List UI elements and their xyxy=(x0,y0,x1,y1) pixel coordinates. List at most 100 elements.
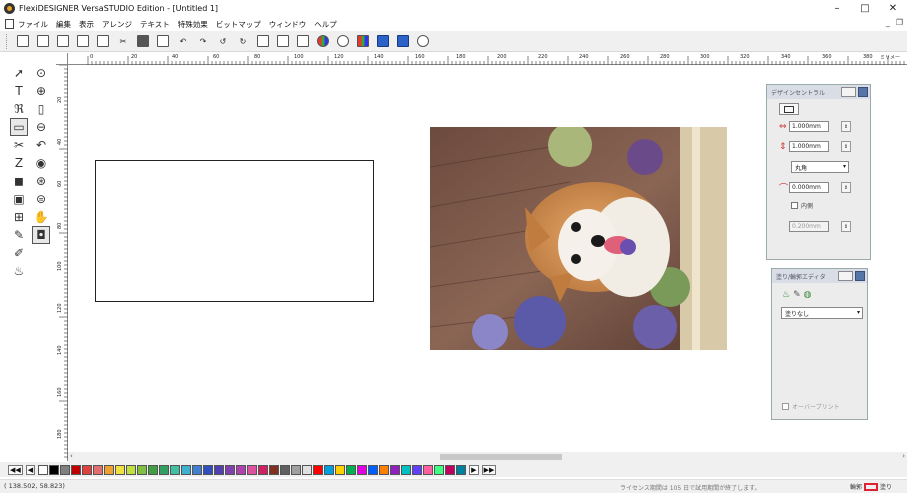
color-swatch[interactable] xyxy=(390,464,401,475)
palette-next-button[interactable]: ▶ xyxy=(469,464,479,475)
color-swatch[interactable] xyxy=(225,464,236,475)
send-icon[interactable] xyxy=(94,32,112,50)
page-setup-icon[interactable] xyxy=(254,32,272,50)
color-swatch[interactable] xyxy=(302,464,313,475)
color-swatch[interactable] xyxy=(280,464,291,475)
copy-icon[interactable] xyxy=(134,32,152,50)
frame-tool-icon[interactable]: ▣ xyxy=(10,190,28,208)
radius-field[interactable]: 0.000mm xyxy=(789,182,829,193)
document-restore-button[interactable]: ❐ xyxy=(896,18,903,27)
minimize-button[interactable]: – xyxy=(823,0,851,17)
zoom-fit-icon[interactable]: ⊜ xyxy=(32,190,50,208)
maximize-button[interactable]: □ xyxy=(851,0,879,17)
knife-tool-icon[interactable]: ✂ xyxy=(10,136,28,154)
rectangle-object[interactable] xyxy=(95,160,374,302)
color-swatch[interactable] xyxy=(401,464,412,475)
node-edit-tool-icon[interactable]: ℜ xyxy=(10,100,28,118)
panel-close-button[interactable] xyxy=(855,271,865,281)
stroke-pen-icon[interactable]: ✎ xyxy=(793,290,801,300)
undo-history-icon[interactable]: ↺ xyxy=(214,32,232,50)
menu-view[interactable]: 表示 xyxy=(79,19,94,30)
color-swatch[interactable] xyxy=(71,464,82,475)
menu-effects[interactable]: 特殊効果 xyxy=(178,19,208,30)
height-field[interactable]: 1.000mm xyxy=(789,141,829,152)
color-swatch[interactable] xyxy=(346,464,357,475)
undo-icon[interactable]: ↶ xyxy=(174,32,192,50)
palette-last-button[interactable]: ▶▶ xyxy=(481,464,497,475)
properties-icon[interactable] xyxy=(274,32,292,50)
menu-bitmap[interactable]: ビットマップ xyxy=(216,19,261,30)
save-icon[interactable] xyxy=(54,32,72,50)
tab-rectangle[interactable] xyxy=(779,103,799,115)
new-icon[interactable] xyxy=(14,32,32,50)
menu-window[interactable]: ウィンドウ xyxy=(269,19,307,30)
color-swatch[interactable] xyxy=(159,464,170,475)
zoom-selected-icon[interactable]: ◉ xyxy=(32,154,50,172)
open-icon[interactable] xyxy=(34,32,52,50)
zoom-in-icon[interactable]: ⊕ xyxy=(32,82,50,100)
zoom-all-icon[interactable]: ⊛ xyxy=(32,172,50,190)
color-swatch[interactable] xyxy=(38,464,49,475)
menu-edit[interactable]: 編集 xyxy=(56,19,71,30)
color-swatch[interactable] xyxy=(335,464,346,475)
color-swatch[interactable] xyxy=(126,464,137,475)
zoom-icon[interactable] xyxy=(334,32,352,50)
paste-icon[interactable] xyxy=(154,32,172,50)
design-central-titlebar[interactable]: デザインセントラル xyxy=(767,85,870,99)
panel-minimize-button[interactable] xyxy=(841,87,856,97)
color-swatch[interactable] xyxy=(247,464,258,475)
zoom-tool-icon[interactable]: ⊙ xyxy=(32,64,50,82)
scroll-left-icon[interactable]: ‹ xyxy=(70,452,73,460)
horizontal-scrollbar[interactable]: ‹ › xyxy=(68,452,907,462)
offset-spinner[interactable]: ⇕ xyxy=(841,221,851,232)
color-icon[interactable] xyxy=(354,32,372,50)
zoom-out-icon[interactable]: ⊖ xyxy=(32,118,50,136)
color-swatch[interactable] xyxy=(192,464,203,475)
color-swatch[interactable] xyxy=(82,464,93,475)
color-swatch[interactable] xyxy=(104,464,115,475)
redo-icon[interactable]: ↷ xyxy=(194,32,212,50)
stroke-color-swatch[interactable] xyxy=(864,482,879,491)
color-wheel-icon[interactable] xyxy=(314,32,332,50)
color-swatch[interactable] xyxy=(148,464,159,475)
select-tool-icon[interactable]: ➚ xyxy=(10,64,28,82)
color-swatch[interactable] xyxy=(313,464,324,475)
color-swatch[interactable] xyxy=(412,464,423,475)
color-swatch[interactable] xyxy=(214,464,225,475)
toolbar-grip[interactable] xyxy=(6,34,8,49)
horizontal-ruler[interactable]: 0 20 40 60 80 100 120 140 160 180 200 22… xyxy=(68,53,907,65)
color-swatch[interactable] xyxy=(60,464,71,475)
offset-field[interactable]: 0.200mm xyxy=(789,221,829,232)
document-icon[interactable] xyxy=(5,19,14,29)
print-icon[interactable] xyxy=(74,32,92,50)
color-swatch[interactable] xyxy=(379,464,390,475)
color-swatch[interactable] xyxy=(181,464,192,475)
ruler-origin[interactable] xyxy=(56,53,68,65)
color-swatch[interactable] xyxy=(236,464,247,475)
color-swatch[interactable] xyxy=(445,464,456,475)
color-swatch[interactable] xyxy=(93,464,104,475)
radius-spinner[interactable]: ⇕ xyxy=(841,182,851,193)
color-swatch[interactable] xyxy=(203,464,214,475)
palette-prev-button[interactable]: ◀ xyxy=(25,464,36,475)
zoom-page-icon[interactable]: ▯ xyxy=(32,100,50,118)
production-manager-icon[interactable] xyxy=(394,32,412,50)
color-swatch[interactable] xyxy=(258,464,269,475)
menu-arrange[interactable]: アレンジ xyxy=(102,19,132,30)
inner-checkbox[interactable] xyxy=(791,202,798,209)
palette-first-button[interactable]: ◀◀ xyxy=(8,464,23,475)
width-spinner[interactable]: ⇕ xyxy=(841,121,851,132)
vertical-ruler[interactable]: 20 40 60 80 100 120 140 160 180 xyxy=(56,65,68,461)
bucket-tool-icon[interactable]: ♨ xyxy=(10,262,28,280)
color-swatch[interactable] xyxy=(49,464,60,475)
fill-bucket-icon[interactable]: ♨ xyxy=(782,290,790,300)
effects-tool-icon[interactable]: Z xyxy=(10,154,28,172)
close-button[interactable]: ✕ xyxy=(879,0,907,17)
overprint-checkbox[interactable] xyxy=(782,403,789,410)
width-field[interactable]: 1.000mm xyxy=(789,121,829,132)
zoom-window-icon[interactable]: ◘ xyxy=(32,226,50,244)
scroll-thumb[interactable] xyxy=(440,454,562,460)
corner-type-select[interactable]: 丸角 ▾ xyxy=(791,161,849,173)
color-swatch[interactable] xyxy=(324,464,335,475)
design-central-icon[interactable] xyxy=(294,32,312,50)
